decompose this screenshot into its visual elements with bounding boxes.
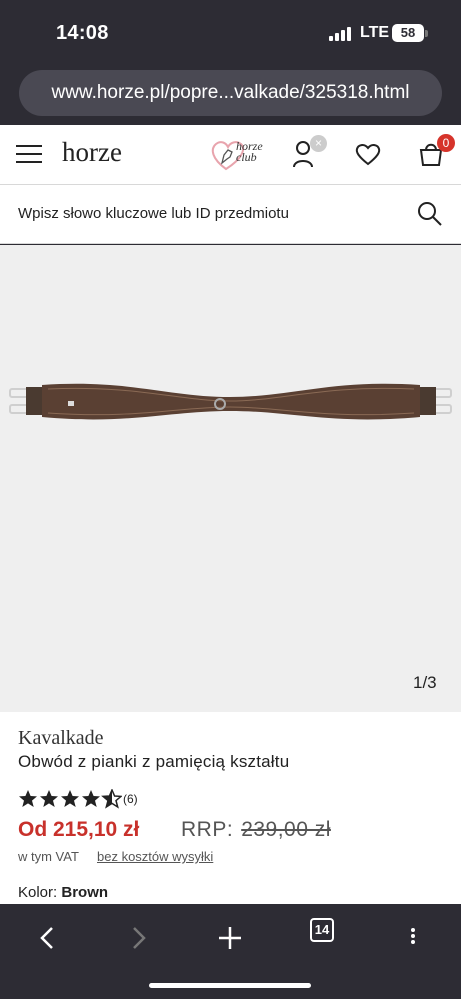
site-logo[interactable]: horze [62,137,122,168]
club-line2: club [236,150,257,164]
gallery-pager: 1/3 [413,673,437,692]
tabs-count-button[interactable]: 14 [310,918,334,942]
back-arrow-icon[interactable] [28,918,68,958]
vat-note: w tym VAT [18,849,79,864]
product-title: Obwód z pianki z pamięcią kształtu [18,752,290,771]
more-menu-icon[interactable] [393,918,433,958]
rrp-value: 239,00 zł [241,818,331,841]
rrp-price: RRP: 239,00 zł [181,818,331,842]
product-brand[interactable]: Kavalkade [18,727,104,750]
color-selector: Kolor: Brown [18,884,108,901]
rating-stars-icon[interactable] [18,789,122,809]
girth-product-image [9,383,452,420]
signal-icon [329,27,353,41]
rrp-label: RRP: [181,818,234,841]
product-price: Od 215,10 zł [18,818,140,841]
browser-toolbar: 14 [0,904,461,999]
color-value: Brown [61,884,109,901]
product-info: Kavalkade Obwód z pianki z pamięcią kszt… [0,712,461,904]
new-tab-plus-icon[interactable] [210,918,250,958]
battery-icon: 58 [392,24,424,42]
site-header: horze horze club × 0 [0,125,461,185]
battery-tip [425,30,428,37]
search-bar[interactable]: Wpisz słowo kluczowe lub ID przedmiotu [0,185,461,244]
color-label: Kolor: [18,884,58,901]
network-label: LTE [360,24,390,41]
review-count[interactable]: (6) [123,792,138,806]
search-input[interactable]: Wpisz słowo kluczowe lub ID przedmiotu [18,205,289,222]
forward-arrow-icon[interactable] [118,918,158,958]
shipping-link[interactable]: bez kosztów wysyłki [97,849,213,864]
menu-icon[interactable] [16,143,42,165]
cart-count-badge: 0 [437,134,455,152]
status-time: 14:08 [56,22,109,44]
close-badge-icon[interactable]: × [310,135,327,152]
home-indicator[interactable] [149,983,311,988]
club-logo-text: horze club [236,140,263,164]
browser-top-chrome: 14:08 LTE 58 www.horze.pl/popre...valkad… [0,0,461,125]
search-icon[interactable] [417,201,443,227]
heart-icon[interactable] [355,142,381,166]
product-image-gallery[interactable]: 1/3 [0,245,461,712]
url-bar[interactable]: www.horze.pl/popre...valkade/325318.html [19,70,442,116]
